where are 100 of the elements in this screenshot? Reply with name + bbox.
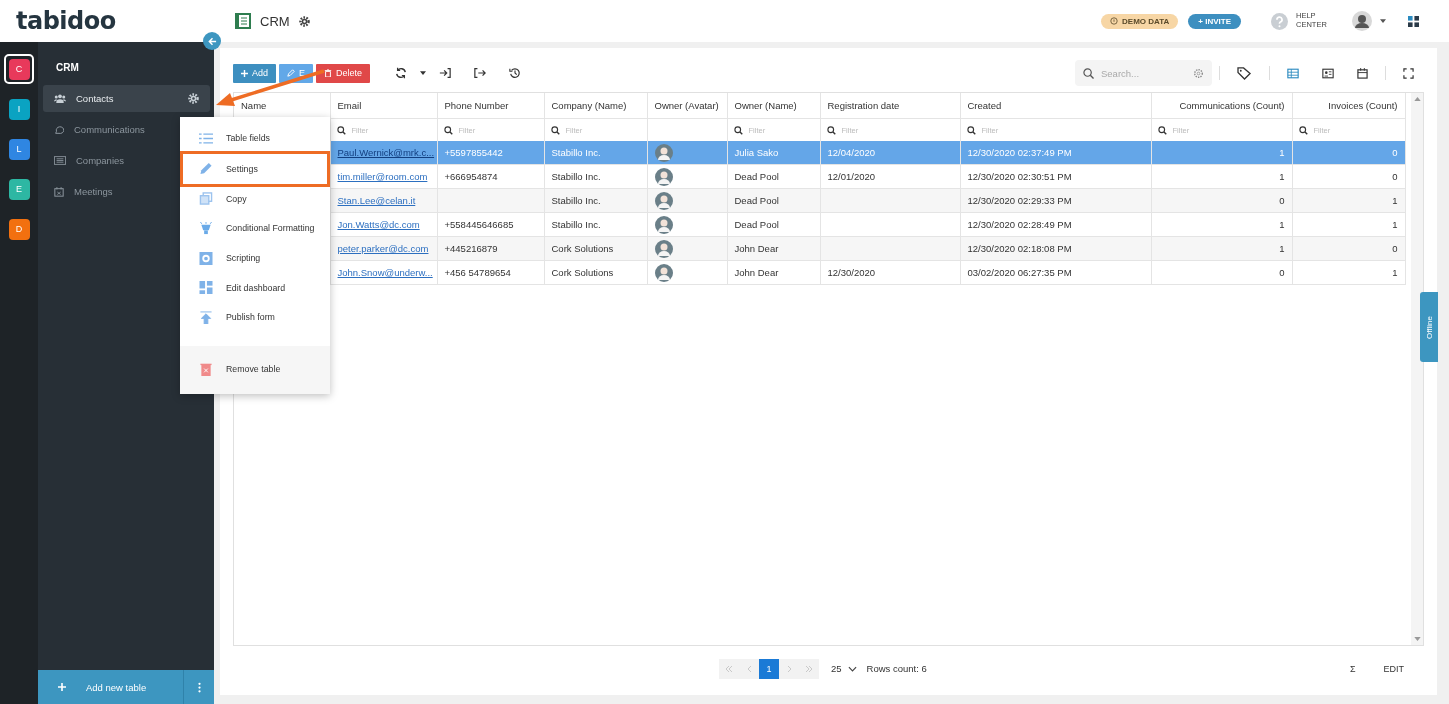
table-cell: 12/30/2020	[820, 260, 960, 285]
table-cell: +5597855442	[437, 141, 544, 165]
info-icon	[1110, 17, 1119, 25]
email-link[interactable]: Jon.Watts@dc.com	[337, 219, 420, 230]
history-icon[interactable]	[509, 67, 522, 79]
plus-icon	[58, 683, 66, 691]
table-cell: Cork Solutions	[544, 260, 647, 285]
chevron-right-icon	[786, 665, 792, 672]
menu-item[interactable]: Conditional Formatting	[180, 215, 330, 242]
column-header[interactable]: Created	[960, 93, 1151, 119]
table-cell: 12/01/2020	[820, 164, 960, 189]
script-icon	[199, 251, 213, 265]
column-header[interactable]: Invoices (Count)	[1292, 93, 1405, 119]
search-icon	[966, 125, 976, 135]
card-view-icon[interactable]	[1322, 67, 1334, 79]
avatar-icon	[654, 191, 673, 210]
lamp-icon	[199, 221, 213, 235]
refresh-icon[interactable]	[395, 67, 408, 79]
table-cell: 0	[1151, 260, 1292, 285]
email-link[interactable]: Stan.Lee@celan.it	[337, 195, 416, 206]
column-header[interactable]: Company (Name)	[544, 93, 647, 119]
caret-icon[interactable]	[420, 71, 427, 75]
column-header[interactable]: Owner (Name)	[727, 93, 820, 119]
tags-icon[interactable]	[1237, 66, 1252, 80]
search-field[interactable]: Search...	[1075, 60, 1212, 86]
table-cell: 1	[1292, 188, 1405, 213]
avatar-icon	[654, 143, 673, 162]
table-cell: John Dear	[727, 236, 820, 261]
logo: tabidoo	[16, 7, 116, 35]
search-icon	[443, 125, 453, 135]
email-link[interactable]: John.Snow@underw...	[337, 267, 433, 278]
copy-icon	[199, 192, 213, 206]
menu-item[interactable]: Settings	[180, 150, 330, 187]
table-cell: Dead Pool	[727, 212, 820, 237]
avatar-icon	[654, 239, 673, 258]
table-cell: +558445646685	[437, 212, 544, 237]
table-cell: Stabillo Inc.	[544, 164, 647, 189]
page-size-select[interactable]: 25	[831, 663, 842, 674]
chevron-down-icon[interactable]	[847, 665, 857, 672]
caret-icon[interactable]	[1380, 19, 1386, 23]
column-header[interactable]: Email	[330, 93, 437, 119]
fullscreen-icon[interactable]	[1403, 67, 1414, 79]
edit-button[interactable]: EDIT	[1377, 662, 1410, 675]
page-button[interactable]: 1	[759, 658, 779, 679]
table-cell: 12/30/2020 02:29:33 PM	[960, 188, 1151, 213]
add-button[interactable]: Add	[233, 63, 276, 83]
apps-grid-icon[interactable]	[1408, 15, 1419, 27]
table-nav-item[interactable]: Contacts	[43, 85, 210, 112]
people-icon	[54, 94, 66, 103]
menu-item[interactable]: Scripting	[180, 245, 330, 272]
column-header[interactable]: Communications (Count)	[1151, 93, 1292, 119]
email-link[interactable]: peter.parker@dc.com	[337, 243, 429, 254]
kebab-icon	[197, 681, 201, 693]
table-cell: Dead Pool	[727, 188, 820, 213]
table-cell: Julia Sako	[727, 141, 820, 165]
invite-button[interactable]: + INVITE	[1188, 13, 1241, 29]
dashboard-icon	[199, 281, 213, 295]
table-cell: 12/30/2020 02:37:49 PM	[960, 141, 1151, 165]
arrow-left-icon	[207, 36, 217, 46]
scroll-up-icon[interactable]	[1413, 97, 1421, 101]
rows-count: Rows count: 6	[866, 663, 927, 674]
column-header[interactable]: Registration date	[820, 93, 960, 119]
table-cell: 0	[1292, 236, 1405, 261]
column-header[interactable]: Phone Number	[437, 93, 544, 119]
demo-data-badge[interactable]: DEMO DATA	[1101, 13, 1179, 29]
settings-icon[interactable]	[297, 14, 311, 28]
upload-icon	[199, 310, 213, 324]
sum-button[interactable]: Σ	[1343, 662, 1362, 675]
export-icon[interactable]	[474, 67, 487, 79]
column-header[interactable]: Owner (Avatar)	[647, 93, 727, 119]
table-cell: Stabillo Inc.	[544, 141, 647, 165]
search-icon	[733, 125, 743, 135]
plus-icon	[241, 69, 248, 77]
menu-item[interactable]: Edit dashboard	[180, 274, 330, 301]
scroll-down-icon[interactable]	[1413, 637, 1421, 641]
search-icon	[826, 125, 836, 135]
table-cell: +666954874	[437, 164, 544, 189]
import-icon[interactable]	[439, 67, 452, 79]
trash-icon	[199, 362, 213, 376]
calendar-view-icon[interactable]	[1357, 67, 1368, 79]
table-cell: Dead Pool	[727, 164, 820, 189]
menu-item[interactable]: Publish form	[180, 304, 330, 331]
table-cell: John Dear	[727, 260, 820, 285]
email-link[interactable]: tim.miller@room.com	[337, 171, 428, 182]
delete-button[interactable]: Delete	[316, 63, 371, 83]
table-cell: 1	[1292, 260, 1405, 285]
table-cell: Stabillo Inc.	[544, 188, 647, 213]
table-cell: 0	[1292, 164, 1405, 189]
app-name: CRM	[55, 61, 80, 75]
table-cell: 1	[1151, 236, 1292, 261]
table-cell: +445216879	[437, 236, 544, 261]
user-avatar-icon[interactable]	[1352, 11, 1372, 31]
avatar-icon	[654, 263, 673, 282]
grid-view-icon[interactable]	[1287, 67, 1299, 79]
app-title: CRM	[260, 13, 290, 29]
table-cell: 12/30/2020 02:18:08 PM	[960, 236, 1151, 261]
email-link[interactable]: Paul.Wernick@mrk.c...	[337, 147, 435, 158]
search-input[interactable]: Search...	[1099, 66, 1188, 80]
table-cell: 03/02/2020 06:27:35 PM	[960, 260, 1151, 285]
pencil-icon	[287, 69, 295, 77]
